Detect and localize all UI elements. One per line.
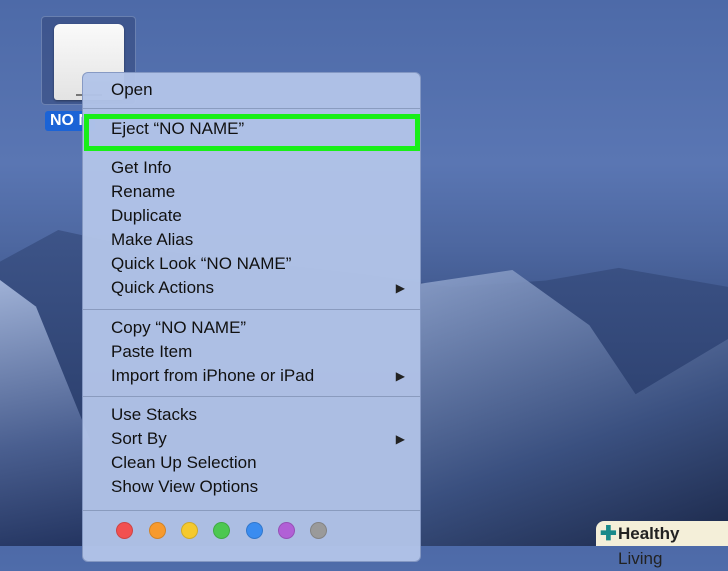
menu-item-make-alias[interactable]: Make Alias	[111, 229, 411, 251]
menu-item-copy[interactable]: Copy “NO NAME”	[111, 317, 411, 339]
menu-item-open[interactable]: Open	[111, 79, 411, 101]
menu-item-import[interactable]: Import from iPhone or iPad	[111, 365, 411, 387]
tag-blue[interactable]	[246, 522, 263, 539]
menu-item-quick-actions[interactable]: Quick Actions	[111, 277, 411, 299]
submenu-arrow-icon: ▶	[395, 369, 405, 383]
menu-item-get-info[interactable]: Get Info	[111, 157, 411, 179]
submenu-arrow-icon: ▶	[395, 281, 405, 295]
menu-item-duplicate[interactable]: Duplicate	[111, 205, 411, 227]
tag-purple[interactable]	[278, 522, 295, 539]
tag-red[interactable]	[116, 522, 133, 539]
plus-icon: ✚	[600, 523, 617, 545]
menu-item-use-stacks[interactable]: Use Stacks	[111, 404, 411, 426]
tag-orange[interactable]	[149, 522, 166, 539]
menu-item-paste[interactable]: Paste Item	[111, 341, 411, 363]
tag-gray[interactable]	[310, 522, 327, 539]
menu-item-clean-up[interactable]: Clean Up Selection	[111, 452, 411, 474]
tag-green[interactable]	[213, 522, 230, 539]
menu-item-rename[interactable]: Rename	[111, 181, 411, 203]
context-menu: Open Eject “NO NAME” Get Info Rename Dup…	[82, 72, 421, 562]
submenu-arrow-icon: ▶	[395, 432, 405, 446]
tag-yellow[interactable]	[181, 522, 198, 539]
menu-separator	[83, 108, 420, 109]
menu-separator	[83, 396, 420, 397]
menu-item-quick-look[interactable]: Quick Look “NO NAME”	[111, 253, 411, 275]
menu-item-show-view-options[interactable]: Show View Options	[111, 476, 411, 498]
menu-separator	[83, 510, 420, 511]
watermark: ✚ Healthy Living	[596, 521, 728, 568]
highlight-box	[84, 114, 420, 151]
menu-item-sort-by[interactable]: Sort By	[111, 428, 411, 450]
menu-separator	[83, 309, 420, 310]
